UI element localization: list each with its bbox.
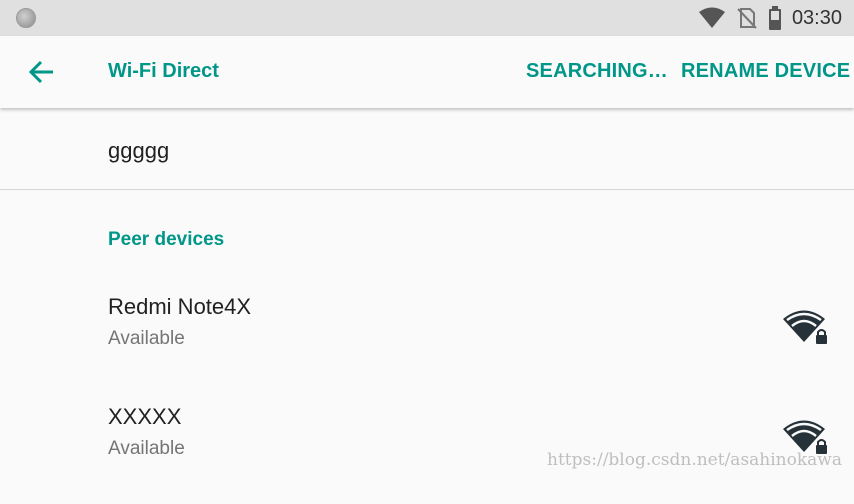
app-bar: Wi-Fi Direct SEARCHING… RENAME DEVICE — [0, 36, 854, 108]
notification-dot-icon — [16, 8, 36, 28]
no-sim-icon — [737, 8, 757, 29]
rename-device-button[interactable]: RENAME DEVICE — [681, 60, 850, 83]
this-device-name[interactable]: ggggg — [108, 138, 169, 164]
peer-status: Available — [108, 328, 185, 349]
page-title: Wi-Fi Direct — [108, 60, 219, 82]
searching-button[interactable]: SEARCHING… — [526, 60, 668, 83]
back-button[interactable] — [22, 56, 62, 88]
peer-status: Available — [108, 438, 185, 459]
status-time: 03:30 — [791, 6, 842, 29]
wifi-signal-icon — [698, 7, 725, 28]
status-bar: 03:30 — [0, 0, 854, 36]
status-icons: 03:30 — [698, 6, 842, 30]
arrow-back-icon — [28, 60, 53, 84]
wifi-lock-icon — [783, 310, 827, 344]
divider — [0, 189, 854, 190]
watermark: https://blog.csdn.net/asahinokawa — [547, 450, 842, 470]
peer-name: Redmi Note4X — [108, 294, 252, 319]
battery-icon — [768, 6, 781, 30]
list-item-peer[interactable]: Redmi Note4X Available — [0, 294, 854, 394]
peer-name: XXXXX — [108, 404, 182, 429]
peer-devices-header: Peer devices — [108, 229, 225, 250]
